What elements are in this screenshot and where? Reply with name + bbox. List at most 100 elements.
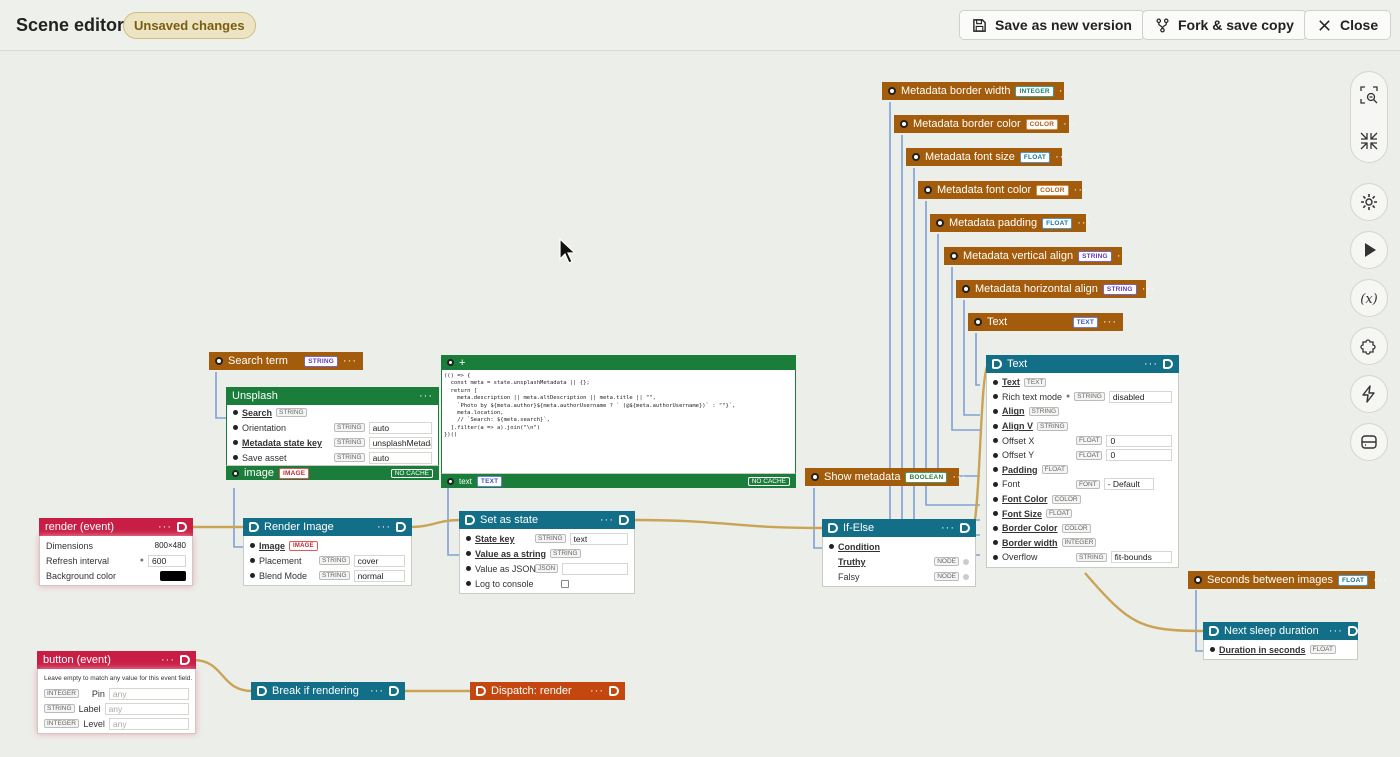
flow-port[interactable] [992,359,1002,369]
button-event-node[interactable]: button (event) ··· Leave empty to match a… [37,651,196,734]
pin-input[interactable]: any [108,687,189,700]
var-md-font-color[interactable]: Metadata font color COLOR ··· [918,181,1087,199]
level-input[interactable]: any [108,717,189,730]
more-icon[interactable]: ··· [377,521,391,533]
flow-out-port[interactable] [609,686,619,696]
flow-out-port[interactable] [1347,626,1358,636]
unsplash-node[interactable]: Unsplash ··· Search STRING Orientation STRI… [226,387,439,480]
settings-button[interactable] [1350,183,1388,221]
output-port[interactable] [962,285,970,293]
more-icon[interactable]: ··· [590,685,604,697]
var-md-padding[interactable]: Metadata padding FLOAT ··· [930,214,1090,232]
output-port[interactable] [936,219,944,227]
apps-button[interactable] [1350,327,1388,365]
set-state-node[interactable]: Set as state ··· State key STRING text Valu… [459,511,635,594]
output-port[interactable] [974,318,982,326]
more-icon[interactable]: ··· [1117,250,1131,262]
var-seconds-between[interactable]: Seconds between images FLOAT ··· [1188,571,1386,589]
more-icon[interactable]: ··· [158,521,172,533]
more-icon[interactable]: ··· [1373,574,1387,586]
output-port[interactable] [1194,576,1202,584]
render-image-node[interactable]: Render Image ··· Image IMAGE Placement STRI… [243,518,412,586]
flow-out-port[interactable] [180,655,190,665]
input-port[interactable] [447,359,454,366]
state-button[interactable] [1350,423,1388,461]
flow-port[interactable] [828,523,838,533]
output-port[interactable] [447,477,454,485]
break-rendering-node[interactable]: Break if rendering ··· [251,682,405,700]
more-icon[interactable]: ··· [1103,316,1117,328]
flow-port[interactable] [476,686,486,696]
more-icon[interactable]: ··· [600,514,614,526]
font-select[interactable]: - Default [1103,478,1154,491]
code-node[interactable]: + (() => { const meta = state.unsplashMe… [441,355,796,488]
overflow-input[interactable]: fit-bounds [1110,551,1172,564]
more-icon[interactable]: ··· [1077,217,1091,229]
orientation-input[interactable]: auto [368,421,432,434]
more-icon[interactable]: ··· [941,522,955,534]
value-json-input[interactable] [562,562,628,575]
more-icon[interactable]: ··· [343,355,357,367]
flow-port[interactable] [1209,626,1219,636]
dispatch-render-node[interactable]: Dispatch: render ··· [470,682,625,700]
more-icon[interactable]: ··· [1142,283,1156,295]
flow-out-port[interactable] [1163,359,1173,369]
label-input[interactable]: any [104,702,189,715]
output-port[interactable] [888,87,896,95]
var-show-metadata[interactable]: Show metadata BOOLEAN ··· [805,468,965,486]
var-md-border-width[interactable]: Metadata border width INTEGER ··· [882,82,1072,100]
more-icon[interactable]: ··· [1074,184,1088,196]
variables-button[interactable]: (x) [1350,279,1388,317]
var-search-term[interactable]: Search term STRING ··· [209,352,363,370]
offset-y-input[interactable]: 0 [1106,449,1172,462]
flow-out-port[interactable] [177,522,187,532]
flow-port[interactable] [465,515,475,525]
more-icon[interactable]: ··· [1063,118,1077,130]
blend-mode-input[interactable]: normal [353,569,405,582]
more-icon[interactable]: ··· [419,390,433,402]
var-text[interactable]: Text TEXT ··· [968,313,1123,331]
more-icon[interactable]: ··· [1055,151,1069,163]
output-port[interactable] [215,357,223,365]
var-md-halign[interactable]: Metadata horizontal align STRING ··· [956,280,1155,298]
falsy-port[interactable] [963,573,969,580]
more-icon[interactable]: ··· [1059,85,1073,97]
var-md-border-color[interactable]: Metadata border color COLOR ··· [894,115,1076,133]
render-event-node[interactable]: render (event) ··· Dimensions 800×480 Refr… [39,518,193,586]
output-port[interactable] [950,252,958,260]
code-editor[interactable]: (() => { const meta = state.unsplashMeta… [441,370,796,474]
var-md-valign[interactable]: Metadata vertical align STRING ··· [944,247,1130,265]
output-port[interactable] [900,120,908,128]
state-key-input[interactable]: text [569,532,628,545]
background-color-swatch[interactable] [160,570,186,581]
var-md-font-size[interactable]: Metadata font size FLOAT ··· [906,148,1068,166]
events-button[interactable] [1350,375,1388,413]
play-button[interactable] [1350,231,1388,269]
next-sleep-node[interactable]: Next sleep duration ··· Duration in secon… [1203,622,1358,660]
metadata-key-input[interactable]: unsplashMetadata [368,436,432,449]
log-console-checkbox[interactable] [561,579,569,588]
rich-text-input[interactable]: disabled [1108,390,1172,403]
flow-out-port[interactable] [396,522,406,532]
flow-port[interactable] [257,686,267,696]
save-asset-input[interactable]: auto [368,451,432,464]
refresh-interval-input[interactable]: 600 [148,554,186,567]
more-icon[interactable]: ··· [952,471,966,483]
output-port[interactable] [811,473,819,481]
zoom-fit-button[interactable] [1351,72,1387,118]
if-else-node[interactable]: If-Else ··· Condition Truthy NODE Falsy NOD… [822,519,976,587]
offset-x-input[interactable]: 0 [1106,434,1172,447]
flow-out-port[interactable] [389,686,399,696]
more-icon[interactable]: ··· [1329,625,1343,637]
output-port[interactable] [924,186,932,194]
output-port[interactable] [912,153,920,161]
output-port[interactable] [232,469,239,477]
flow-out-port[interactable] [960,523,970,533]
more-icon[interactable]: ··· [370,685,384,697]
text-node[interactable]: Text ··· Text TEXT Rich text mode ● STRING di… [986,355,1179,568]
more-icon[interactable]: ··· [161,654,175,666]
flow-out-port[interactable] [619,515,629,525]
truthy-port[interactable] [963,558,969,565]
collapse-button[interactable] [1351,118,1387,164]
flow-port[interactable] [249,522,259,532]
